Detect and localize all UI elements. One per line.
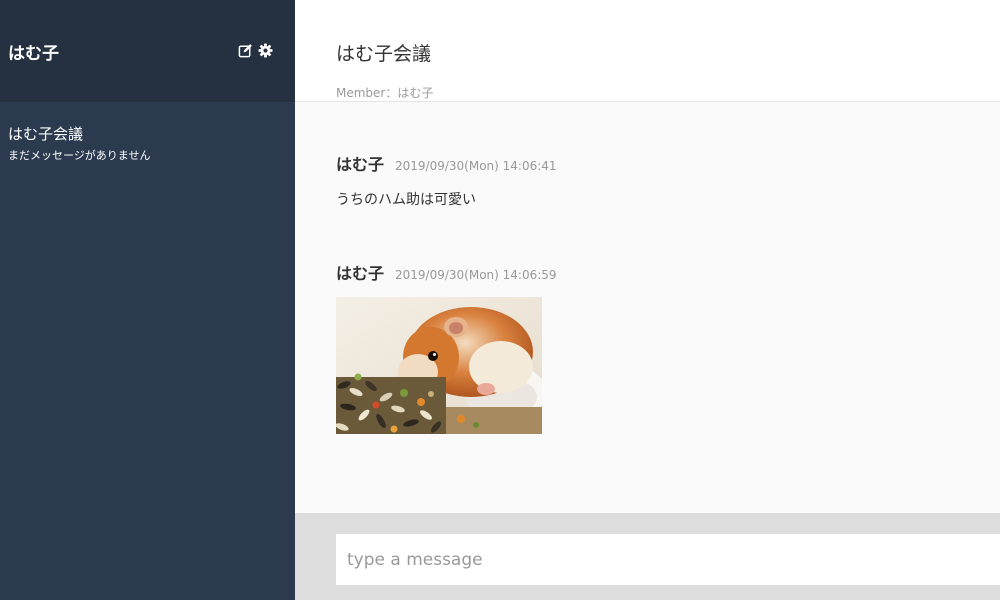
group-item[interactable]: はむ子会議 まだメッセージがありません [0,102,295,163]
message-date: 2019/09/30(Mon) 14:06:59 [395,268,557,282]
message-form [295,513,1000,600]
member-list: Member：はむ子 [336,86,434,100]
gear-icon[interactable] [257,42,273,58]
message-date: 2019/09/30(Mon) 14:06:41 [395,159,557,173]
message-list: はむ子 2019/09/30(Mon) 14:06:41 うちのハム助は可愛い … [295,102,1000,513]
chat-title: はむ子会議 [336,43,432,65]
message: はむ子 2019/09/30(Mon) 14:06:59 [336,260,557,434]
message-meta: はむ子 2019/09/30(Mon) 14:06:59 [336,260,557,284]
chat-main: はむ子会議 Member：はむ子 はむ子 2019/09/30(Mon) 14:… [295,0,1000,600]
message: はむ子 2019/09/30(Mon) 14:06:41 うちのハム助は可愛い [336,151,557,209]
current-user-name: はむ子 [8,44,59,64]
header-icons [237,42,273,58]
message-input[interactable] [336,534,1000,585]
chat-header: はむ子会議 Member：はむ子 [295,0,1000,102]
edit-icon[interactable] [237,42,253,58]
message-text: うちのハム助は可愛い [336,192,476,208]
message-meta: はむ子 2019/09/30(Mon) 14:06:41 [336,151,557,175]
message-user: はむ子 [336,264,385,283]
sidebar: はむ子 はむ子会議 まだメッセージがありません [0,0,295,600]
message-user: はむ子 [336,155,385,174]
hamster-photo [336,297,542,434]
group-name: はむ子会議 [8,125,84,143]
sidebar-header: はむ子 [0,0,295,102]
group-latest-message: まだメッセージがありません [8,149,151,162]
